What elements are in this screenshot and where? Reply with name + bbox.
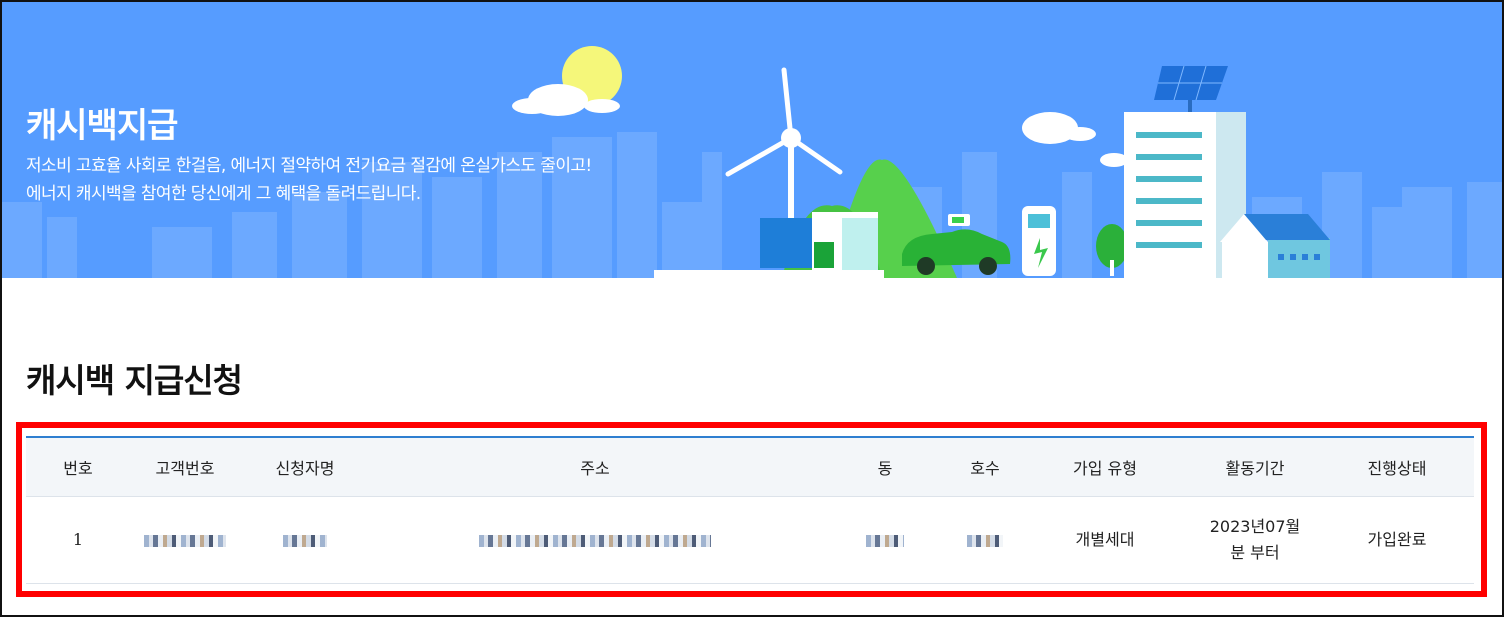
hero-banner: 캐시백지급 저소비 고효율 사회로 한걸음, 에너지 절약하여 전기요금 절감에… [2,2,1502,278]
banner-description-line1: 저소비 고효율 사회로 한걸음, 에너지 절약하여 전기요금 절감에 온실가스도… [26,156,592,176]
page-frame: 캐시백지급 저소비 고효율 사회로 한걸음, 에너지 절약하여 전기요금 절감에… [0,0,1504,617]
section-title: 캐시백 지급신청 [26,361,243,400]
city-energy-illustration [2,46,1502,278]
banner-description: 저소비 고효율 사회로 한걸음, 에너지 절약하여 전기요금 절감에 온실가스도… [26,152,592,208]
highlight-box [16,422,1487,597]
banner-title: 캐시백지급 [26,106,178,146]
banner-description-line2: 에너지 캐시백을 참여한 당신에게 그 혜택을 돌려드립니다. [26,184,421,204]
